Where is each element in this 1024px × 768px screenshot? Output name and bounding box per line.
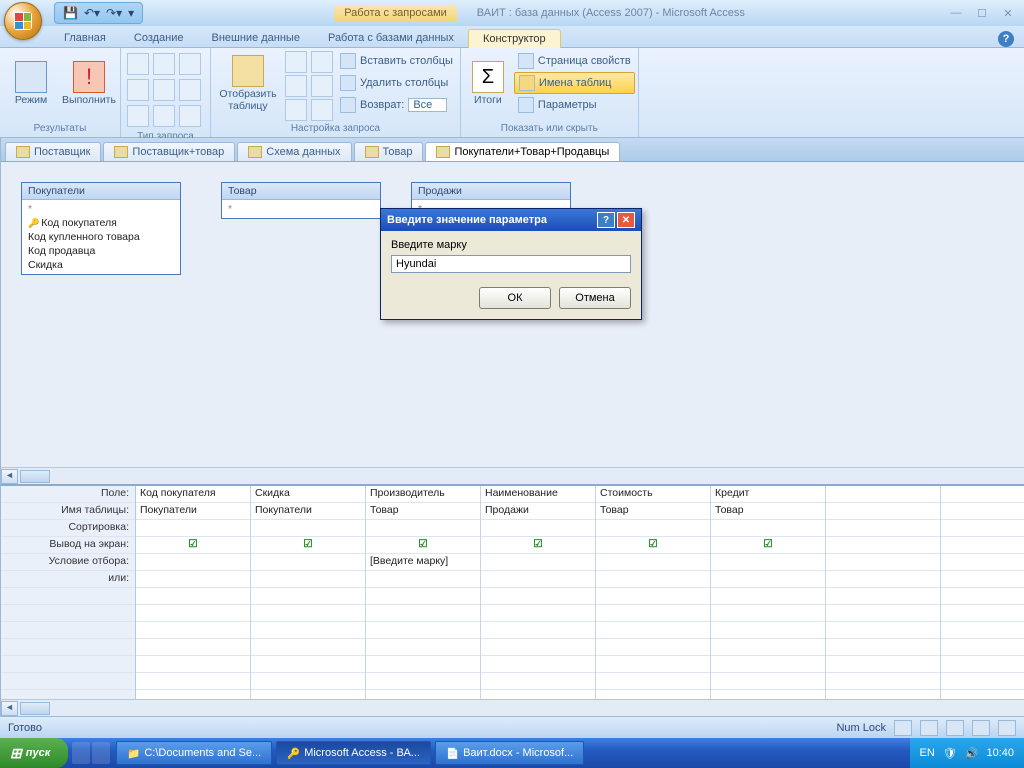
grid-row-label: Имя таблицы: [1, 503, 135, 520]
window-title: ВАИТ : база данных (Access 2007) - Micro… [477, 7, 745, 19]
taskbar-item[interactable]: 📁 C:\Documents and Se... [116, 741, 272, 765]
view-btn-5[interactable] [998, 720, 1016, 736]
scroll-left-icon[interactable]: ◄ [1, 701, 18, 716]
query-type-btn[interactable] [127, 53, 149, 75]
quick-access-toolbar[interactable]: 💾 ↶▾ ↷▾ ▾ [54, 2, 143, 24]
office-button[interactable] [4, 2, 42, 40]
ribbon-tabs: Главная Создание Внешние данные Работа с… [0, 26, 1024, 48]
tray-icon[interactable]: 🛡 [943, 747, 957, 760]
grid-column[interactable]: СкидкаПокупатели☑ [251, 486, 366, 699]
view-button[interactable]: Режим [3, 50, 59, 118]
start-button[interactable]: ⊞пуск [0, 738, 68, 768]
tab-design[interactable]: Конструктор [468, 29, 561, 48]
dialog-title: Введите значение параметра [387, 214, 547, 226]
cancel-button[interactable]: Отмена [559, 287, 631, 309]
table-box[interactable]: Товар * [221, 182, 381, 219]
tray-icon[interactable]: 🔊 [965, 747, 979, 760]
doctab[interactable]: Поставщик [5, 142, 101, 161]
doctab[interactable]: Поставщик+товар [103, 142, 235, 161]
dialog-label: Введите марку [391, 239, 631, 251]
grid-row-label: Вывод на экран: [1, 537, 135, 554]
group-query-setup: Настройка запроса [214, 122, 457, 135]
grid-row-label: или: [1, 571, 135, 588]
taskbar-item[interactable]: 🔑 Microsoft Access - ВА... [276, 741, 431, 765]
minimize-icon[interactable]: — [946, 5, 966, 21]
titlebar: 💾 ↶▾ ↷▾ ▾ Работа с запросами ВАИТ : база… [0, 0, 1024, 26]
grid-column[interactable]: СтоимостьТовар☑ [596, 486, 711, 699]
grid-column[interactable]: Код покупателяПокупатели☑ [136, 486, 251, 699]
grid-row-label: Условие отбора: [1, 554, 135, 571]
quick-launch[interactable] [72, 742, 110, 764]
doctab[interactable]: Товар [354, 142, 424, 161]
clock[interactable]: 10:40 [986, 747, 1014, 759]
system-tray[interactable]: EN 🛡 🔊 10:40 [910, 738, 1024, 768]
property-sheet[interactable]: Страница свойств [514, 50, 635, 72]
grid-row-label: Сортировка: [1, 520, 135, 537]
contextual-tab-title: Работа с запросами [334, 5, 457, 21]
group-show-hide: Показать или скрыть [464, 122, 635, 135]
grid-column[interactable]: ПроизводительТовар☑[Введите марку] [366, 486, 481, 699]
ok-button[interactable]: ОК [479, 287, 551, 309]
grid-column[interactable]: НаименованиеПродажи☑ [481, 486, 596, 699]
ribbon: Режим !Выполнить Результаты Тип запроса … [0, 48, 1024, 138]
status-bar: Готово Num Lock [0, 716, 1024, 738]
grid-scrollbar[interactable]: ◄ [1, 699, 1024, 716]
taskbar-item[interactable]: 📄 Ваит.docx - Microsof... [435, 741, 584, 765]
language-indicator[interactable]: EN [920, 747, 935, 759]
scrollbar-thumb[interactable] [20, 470, 50, 483]
save-icon[interactable]: 💾 [63, 6, 78, 20]
dialog-titlebar[interactable]: Введите значение параметра ?✕ [381, 209, 641, 231]
grid-column[interactable]: КредитТовар☑ [711, 486, 826, 699]
numlock-indicator: Num Lock [836, 722, 886, 734]
doctab-active[interactable]: Покупатели+Товар+Продавцы [425, 142, 620, 161]
document-tabs: Поставщик Поставщик+товар Схема данных Т… [1, 138, 1024, 162]
return-rows[interactable]: Возврат: Все [336, 94, 457, 116]
close-icon[interactable]: ✕ [998, 5, 1018, 21]
tab-database[interactable]: Работа с базами данных [314, 29, 468, 47]
doctab[interactable]: Схема данных [237, 142, 351, 161]
maximize-icon[interactable]: ☐ [972, 5, 992, 21]
show-table-button[interactable]: Отобразить таблицу [214, 50, 282, 118]
scroll-left-icon[interactable]: ◄ [1, 469, 18, 484]
dialog-help-icon[interactable]: ? [597, 212, 615, 228]
grid-row-label: Поле: [1, 486, 135, 503]
tab-external[interactable]: Внешние данные [198, 29, 314, 47]
status-text: Готово [8, 722, 42, 734]
table-names[interactable]: Имена таблиц [514, 72, 635, 94]
view-btn-4[interactable] [972, 720, 990, 736]
tab-create[interactable]: Создание [120, 29, 198, 47]
parameter-input[interactable] [391, 255, 631, 273]
insert-columns[interactable]: Вставить столбцы [336, 50, 457, 72]
group-results: Результаты [3, 122, 117, 135]
run-button[interactable]: !Выполнить [61, 50, 117, 118]
table-box[interactable]: Покупатели * Код покупателя Код купленно… [21, 182, 181, 275]
delete-columns[interactable]: Удалить столбцы [336, 72, 457, 94]
view-btn-2[interactable] [920, 720, 938, 736]
qat-customize-icon[interactable]: ▾ [128, 6, 134, 20]
help-icon[interactable]: ? [998, 31, 1014, 47]
taskbar: ⊞пуск 📁 C:\Documents and Se... 🔑 Microso… [0, 738, 1024, 768]
view-btn-1[interactable] [894, 720, 912, 736]
redo-icon[interactable]: ↷▾ [106, 6, 122, 20]
parameters[interactable]: Параметры [514, 94, 635, 116]
parameter-dialog: Введите значение параметра ?✕ Введите ма… [380, 208, 642, 320]
undo-icon[interactable]: ↶▾ [84, 6, 100, 20]
view-btn-3[interactable] [946, 720, 964, 736]
query-grid: Поле:Имя таблицы:Сортировка:Вывод на экр… [1, 484, 1024, 699]
totals-button[interactable]: ΣИтоги [464, 50, 512, 118]
dialog-close-icon[interactable]: ✕ [617, 212, 635, 228]
tab-home[interactable]: Главная [50, 29, 120, 47]
